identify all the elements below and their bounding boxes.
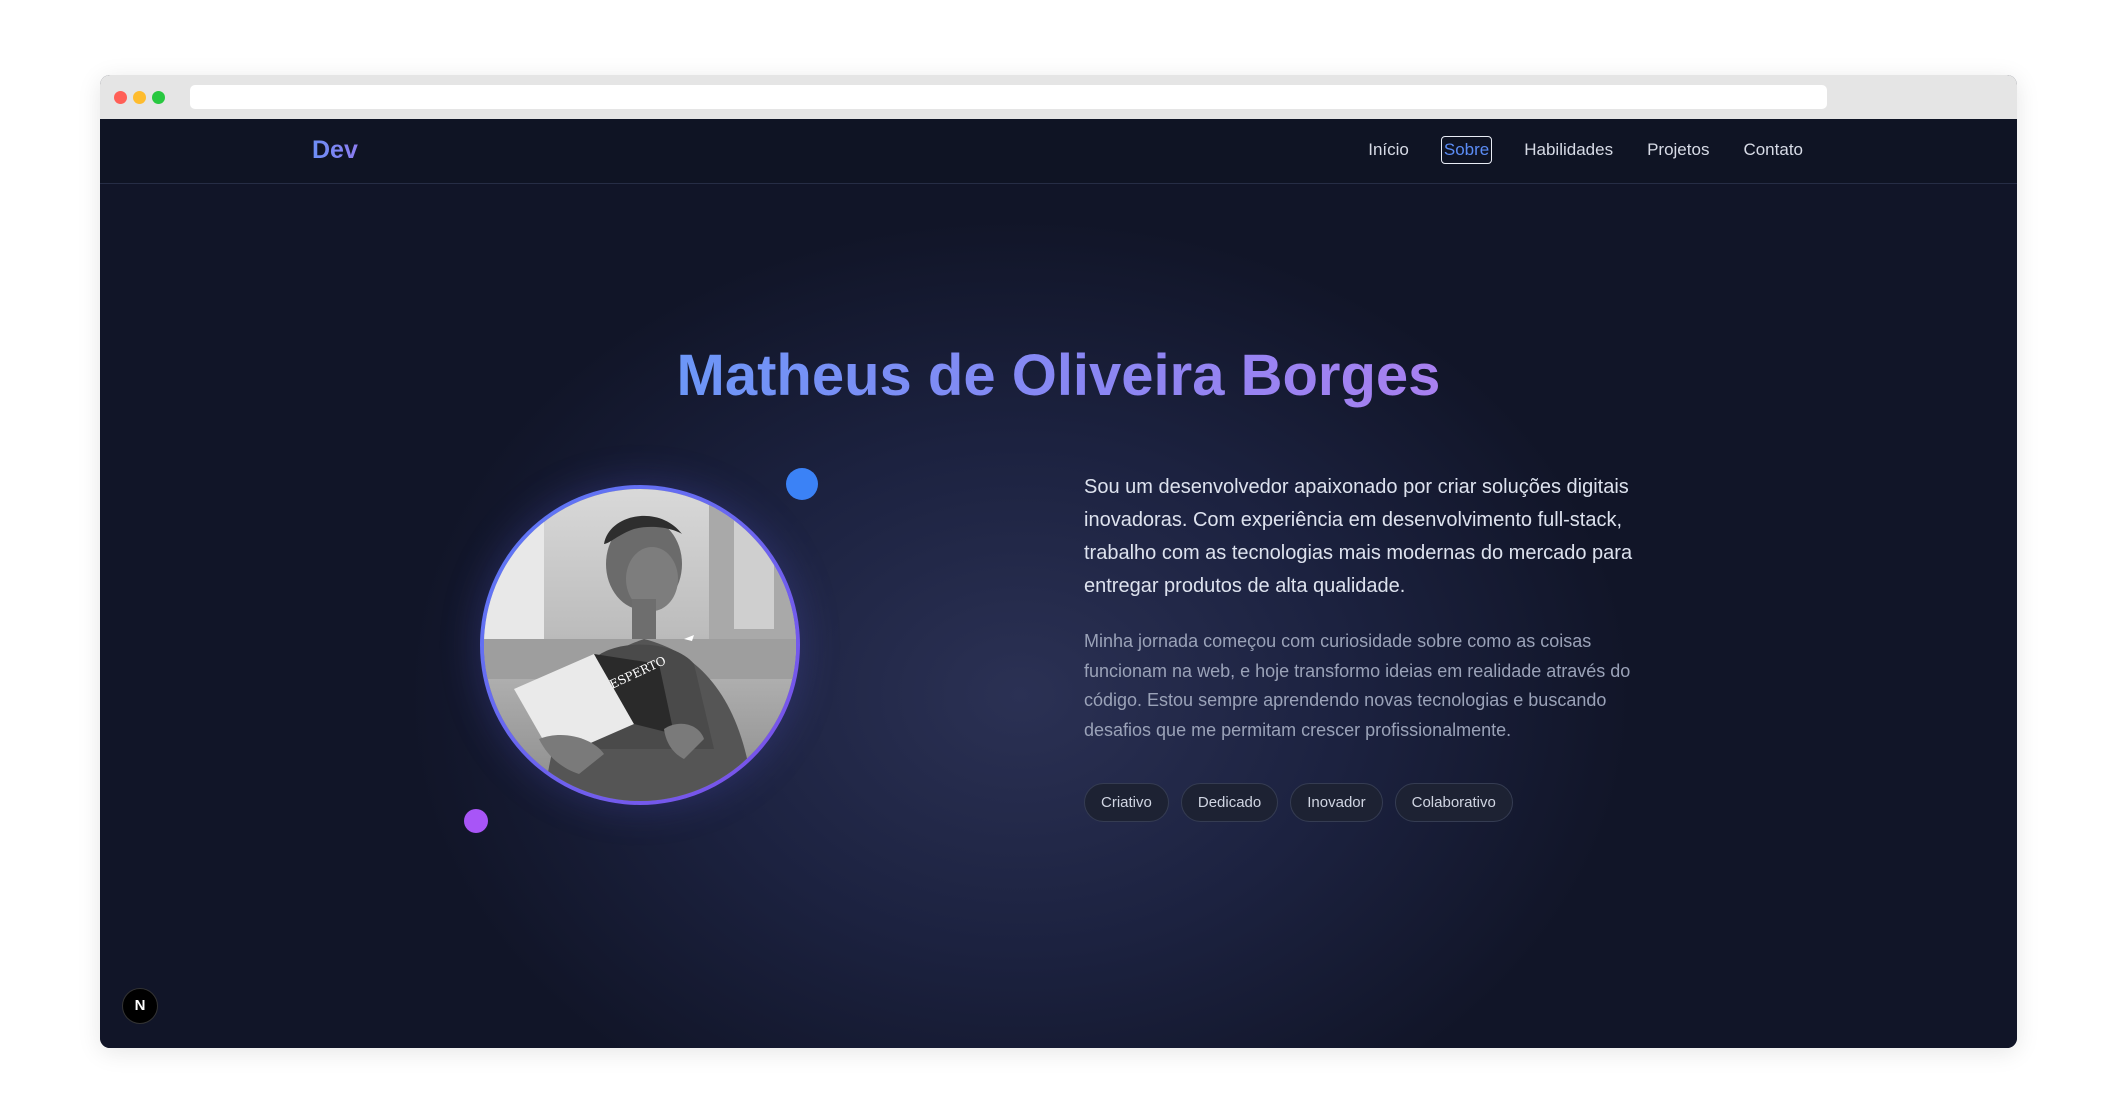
close-window-button[interactable] bbox=[114, 91, 127, 104]
nav-link-sobre[interactable]: Sobre bbox=[1440, 136, 1493, 164]
page-title-text: Matheus de Oliveira Borges bbox=[676, 343, 1441, 408]
page-title: Matheus de Oliveira Borges bbox=[100, 341, 2017, 411]
address-bar[interactable] bbox=[190, 85, 1827, 109]
about-detail-text: Minha jornada começou com curiosidade so… bbox=[1084, 631, 1631, 740]
tag-colaborativo: Colaborativo bbox=[1394, 783, 1513, 822]
maximize-window-button[interactable] bbox=[152, 91, 165, 104]
nav-link-inicio[interactable]: Início bbox=[1366, 136, 1411, 164]
browser-toolbar bbox=[100, 75, 2017, 119]
nav-link-projetos[interactable]: Projetos bbox=[1645, 136, 1711, 164]
profile-photo: ESPERTO bbox=[484, 489, 796, 801]
minimize-window-button[interactable] bbox=[133, 91, 146, 104]
tag-criativo: Criativo bbox=[1084, 783, 1169, 822]
browser-window: Dev Início Sobre Habilidades Projetos Co… bbox=[100, 75, 2017, 1048]
trait-tags: Criativo Dedicado Inovador Colaborativo bbox=[1084, 783, 1654, 822]
nav-links: Início Sobre Habilidades Projetos Contat… bbox=[1336, 136, 1805, 164]
tag-inovador: Inovador bbox=[1290, 783, 1383, 822]
decorative-purple-dot bbox=[464, 809, 488, 833]
nav-link-contato[interactable]: Contato bbox=[1741, 136, 1805, 164]
about-lead-text: Sou um desenvolvedor apaixonado por cria… bbox=[1084, 476, 1633, 597]
brand-logo[interactable]: Dev bbox=[312, 133, 358, 167]
tag-dedicado: Dedicado bbox=[1180, 783, 1279, 822]
navbar: Dev Início Sobre Habilidades Projetos Co… bbox=[100, 119, 2017, 184]
profile-photo-image: ESPERTO bbox=[484, 489, 796, 801]
decorative-blue-dot bbox=[786, 468, 818, 500]
page-viewport: Dev Início Sobre Habilidades Projetos Co… bbox=[100, 119, 2017, 1048]
profile-photo-frame: ESPERTO bbox=[480, 485, 800, 805]
about-section: Sou um desenvolvedor apaixonado por cria… bbox=[1084, 471, 1654, 822]
nav-link-habilidades[interactable]: Habilidades bbox=[1522, 136, 1615, 164]
nextjs-logo-icon[interactable]: N bbox=[122, 988, 158, 1024]
